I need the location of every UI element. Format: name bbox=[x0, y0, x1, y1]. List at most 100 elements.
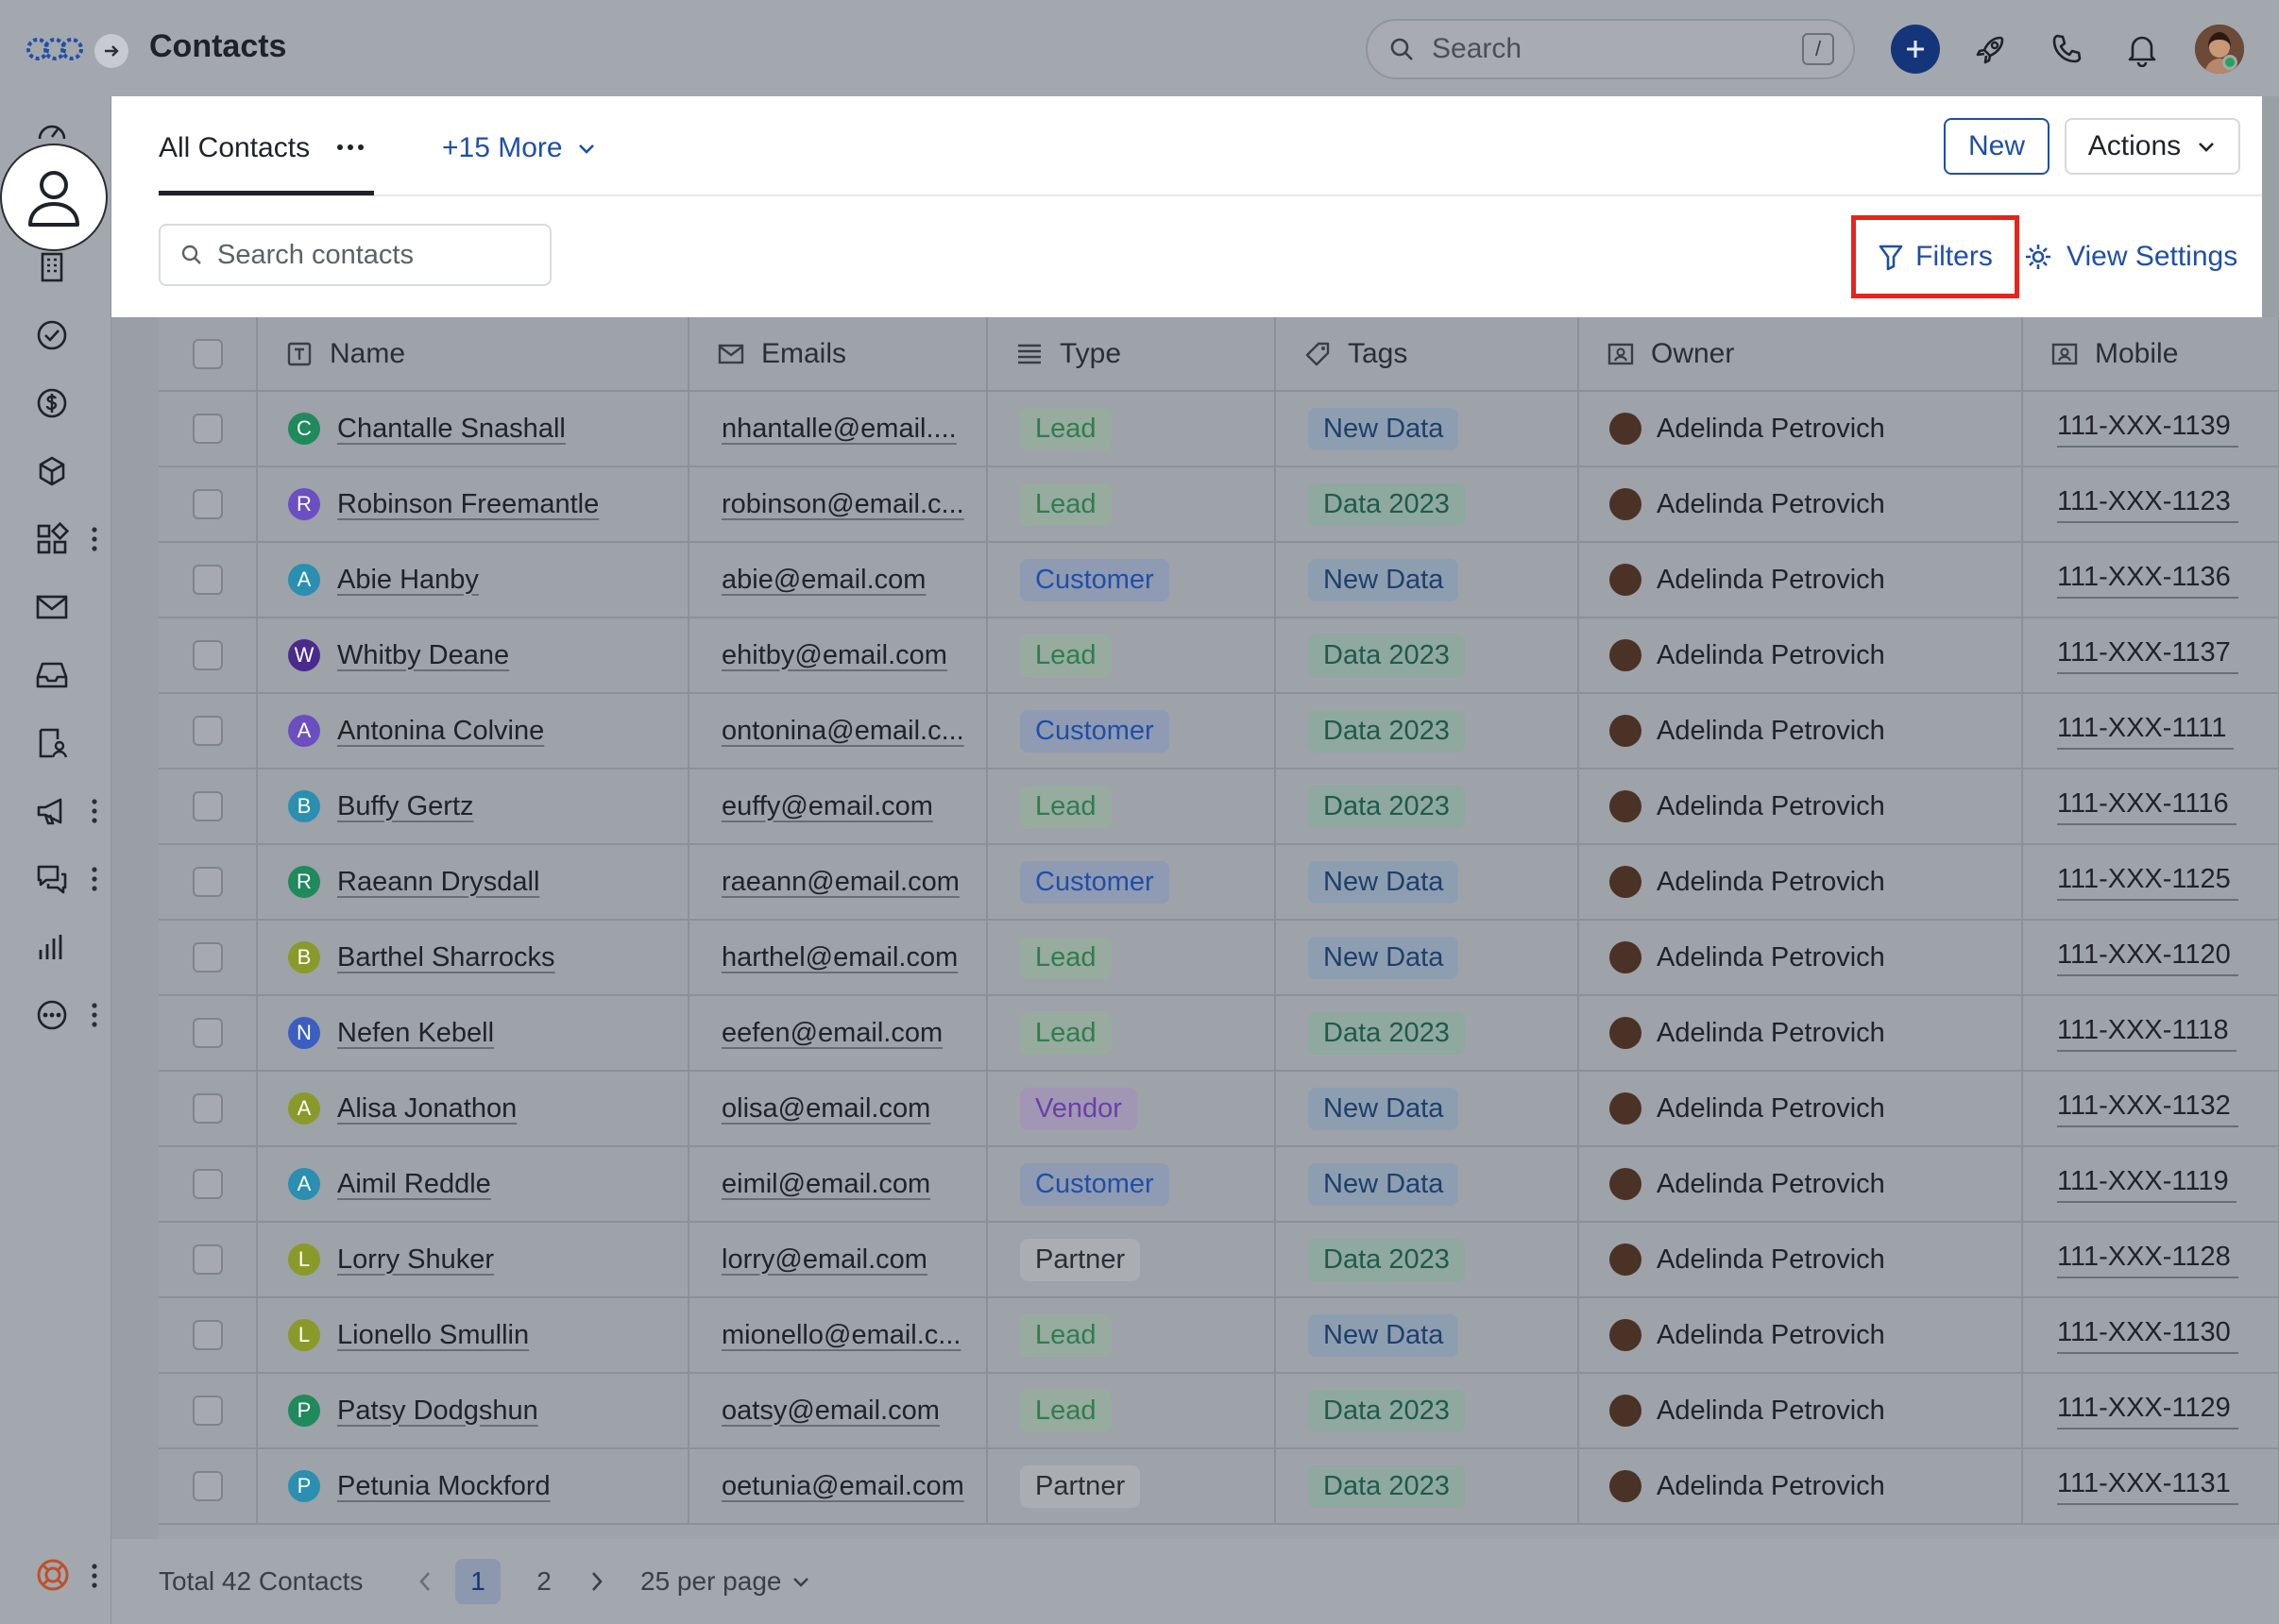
view-settings-button[interactable]: View Settings bbox=[2023, 234, 2237, 279]
name-cell[interactable]: A Aimil Reddle bbox=[257, 1146, 689, 1223]
apps-more-menu[interactable] bbox=[89, 525, 100, 553]
create-button[interactable] bbox=[1891, 25, 1940, 74]
mobile-cell[interactable]: 111-XXX-1120 bbox=[2022, 920, 2279, 996]
row-checkbox[interactable] bbox=[192, 942, 223, 973]
contact-email-link[interactable]: nhantalle@email.... bbox=[722, 414, 957, 444]
row-select-cell[interactable] bbox=[159, 1222, 258, 1298]
tags-cell[interactable]: Data 2023 bbox=[1275, 1373, 1579, 1449]
email-cell[interactable]: euffy@email.com bbox=[689, 769, 988, 845]
owner-cell[interactable]: Adelinda Petrovich bbox=[1578, 693, 2023, 770]
owner-cell[interactable]: Adelinda Petrovich bbox=[1578, 1071, 2023, 1147]
name-cell[interactable]: C Chantalle Snashall bbox=[257, 391, 689, 467]
mobile-number[interactable]: 111-XXX-1130 bbox=[2057, 1317, 2238, 1354]
name-cell[interactable]: W Whitby Deane bbox=[257, 617, 689, 694]
mobile-cell[interactable]: 111-XXX-1128 bbox=[2022, 1222, 2279, 1298]
row-checkbox[interactable] bbox=[192, 791, 223, 821]
tags-cell[interactable]: Data 2023 bbox=[1275, 995, 1579, 1072]
sidebar-item-apps[interactable] bbox=[32, 519, 72, 559]
mobile-cell[interactable]: 111-XXX-1132 bbox=[2022, 1071, 2279, 1147]
row-checkbox[interactable] bbox=[192, 1018, 223, 1048]
mobile-number[interactable]: 111-XXX-1131 bbox=[2057, 1468, 2238, 1505]
mobile-cell[interactable]: 111-XXX-1125 bbox=[2022, 844, 2279, 921]
contact-email-link[interactable]: ehitby@email.com bbox=[722, 640, 947, 670]
row-checkbox[interactable] bbox=[192, 1471, 223, 1501]
name-cell[interactable]: L Lorry Shuker bbox=[257, 1222, 689, 1298]
table-row[interactable]: A Abie Hanby abie@email.com Customer New Dat… bbox=[159, 542, 2279, 618]
mobile-number[interactable]: 111-XXX-1125 bbox=[2057, 864, 2238, 901]
contact-email-link[interactable]: euffy@email.com bbox=[722, 791, 933, 821]
table-row[interactable]: N Nefen Kebell eefen@email.com Lead Data 202… bbox=[159, 995, 2279, 1072]
mobile-number[interactable]: 111-XXX-1119 bbox=[2057, 1166, 2236, 1203]
type-cell[interactable]: Partner bbox=[987, 1222, 1276, 1298]
owner-cell[interactable]: Adelinda Petrovich bbox=[1578, 617, 2023, 694]
column-header-type[interactable]: Type bbox=[987, 317, 1276, 392]
mobile-cell[interactable]: 111-XXX-1131 bbox=[2022, 1448, 2279, 1525]
per-page-dropdown[interactable]: 25 per page bbox=[640, 1566, 811, 1597]
row-checkbox[interactable] bbox=[192, 640, 223, 670]
email-cell[interactable]: eimil@email.com bbox=[689, 1146, 988, 1223]
row-select-cell[interactable] bbox=[159, 995, 258, 1072]
contact-name-link[interactable]: Whitby Deane bbox=[337, 640, 509, 671]
type-cell[interactable]: Lead bbox=[987, 920, 1276, 996]
tags-cell[interactable]: Data 2023 bbox=[1275, 617, 1579, 694]
type-cell[interactable]: Customer bbox=[987, 693, 1276, 770]
user-avatar[interactable] bbox=[2195, 25, 2244, 74]
row-select-cell[interactable] bbox=[159, 1297, 258, 1374]
contact-name-link[interactable]: Petunia Mockford bbox=[337, 1471, 551, 1502]
row-checkbox[interactable] bbox=[192, 489, 223, 519]
contact-name-link[interactable]: Alisa Jonathon bbox=[337, 1093, 517, 1125]
type-cell[interactable]: Customer bbox=[987, 1146, 1276, 1223]
owner-cell[interactable]: Adelinda Petrovich bbox=[1578, 1373, 2023, 1449]
email-cell[interactable]: lorry@email.com bbox=[689, 1222, 988, 1298]
more-views-dropdown[interactable]: +15 More bbox=[442, 132, 597, 164]
type-cell[interactable]: Lead bbox=[987, 769, 1276, 845]
owner-cell[interactable]: Adelinda Petrovich bbox=[1578, 769, 2023, 845]
type-cell[interactable]: Lead bbox=[987, 617, 1276, 694]
tags-cell[interactable]: Data 2023 bbox=[1275, 693, 1579, 770]
select-all-checkbox[interactable] bbox=[192, 338, 223, 369]
table-row[interactable]: R Raeann Drysdall raeann@email.com Customer… bbox=[159, 844, 2279, 921]
mobile-number[interactable]: 111-XXX-1120 bbox=[2057, 939, 2238, 976]
row-checkbox[interactable] bbox=[192, 1093, 223, 1124]
type-cell[interactable]: Vendor bbox=[987, 1071, 1276, 1147]
tags-cell[interactable]: Data 2023 bbox=[1275, 769, 1579, 845]
owner-cell[interactable]: Adelinda Petrovich bbox=[1578, 1146, 2023, 1223]
table-row[interactable]: B Barthel Sharrocks harthel@email.com Lead N… bbox=[159, 920, 2279, 996]
row-select-cell[interactable] bbox=[159, 466, 258, 543]
actions-dropdown-button[interactable]: Actions bbox=[2065, 118, 2240, 175]
type-cell[interactable]: Lead bbox=[987, 466, 1276, 543]
tags-cell[interactable]: Data 2023 bbox=[1275, 466, 1579, 543]
email-cell[interactable]: olisa@email.com bbox=[689, 1071, 988, 1147]
sidebar-item-products[interactable] bbox=[32, 451, 72, 491]
row-select-cell[interactable] bbox=[159, 844, 258, 921]
tags-cell[interactable]: New Data bbox=[1275, 844, 1579, 921]
page-1-button[interactable]: 1 bbox=[455, 1559, 501, 1604]
tags-cell[interactable]: New Data bbox=[1275, 1146, 1579, 1223]
mobile-cell[interactable]: 111-XXX-1116 bbox=[2022, 769, 2279, 845]
column-header-name[interactable]: Name bbox=[257, 317, 689, 392]
name-cell[interactable]: A Abie Hanby bbox=[257, 542, 689, 618]
table-row[interactable]: P Petunia Mockford oetunia@email.com Partne… bbox=[159, 1448, 2279, 1525]
owner-cell[interactable]: Adelinda Petrovich bbox=[1578, 1448, 2023, 1525]
contact-name-link[interactable]: Lorry Shuker bbox=[337, 1244, 494, 1276]
mobile-number[interactable]: 111-XXX-1136 bbox=[2057, 562, 2238, 599]
email-cell[interactable]: mionello@email.c... bbox=[689, 1297, 988, 1374]
row-select-cell[interactable] bbox=[159, 769, 258, 845]
contact-email-link[interactable]: eimil@email.com bbox=[722, 1169, 930, 1199]
column-header-owner[interactable]: Owner bbox=[1578, 317, 2023, 392]
email-cell[interactable]: abie@email.com bbox=[689, 542, 988, 618]
sidebar-item-companies[interactable] bbox=[32, 247, 72, 287]
table-row[interactable]: P Patsy Dodgshun oatsy@email.com Lead Data 2… bbox=[159, 1373, 2279, 1449]
mobile-cell[interactable]: 111-XXX-1111 bbox=[2022, 693, 2279, 770]
contact-email-link[interactable]: abie@email.com bbox=[722, 565, 926, 595]
sidebar-item-tasks[interactable] bbox=[32, 315, 72, 355]
email-cell[interactable]: ehitby@email.com bbox=[689, 617, 988, 694]
type-cell[interactable]: Lead bbox=[987, 1297, 1276, 1374]
tags-cell[interactable]: New Data bbox=[1275, 391, 1579, 467]
email-cell[interactable]: eefen@email.com bbox=[689, 995, 988, 1072]
mobile-cell[interactable]: 111-XXX-1136 bbox=[2022, 542, 2279, 618]
contact-email-link[interactable]: olisa@email.com bbox=[722, 1093, 930, 1124]
row-select-cell[interactable] bbox=[159, 391, 258, 467]
help-lifebuoy-icon[interactable] bbox=[34, 1556, 72, 1594]
contact-name-link[interactable]: Patsy Dodgshun bbox=[337, 1396, 538, 1427]
